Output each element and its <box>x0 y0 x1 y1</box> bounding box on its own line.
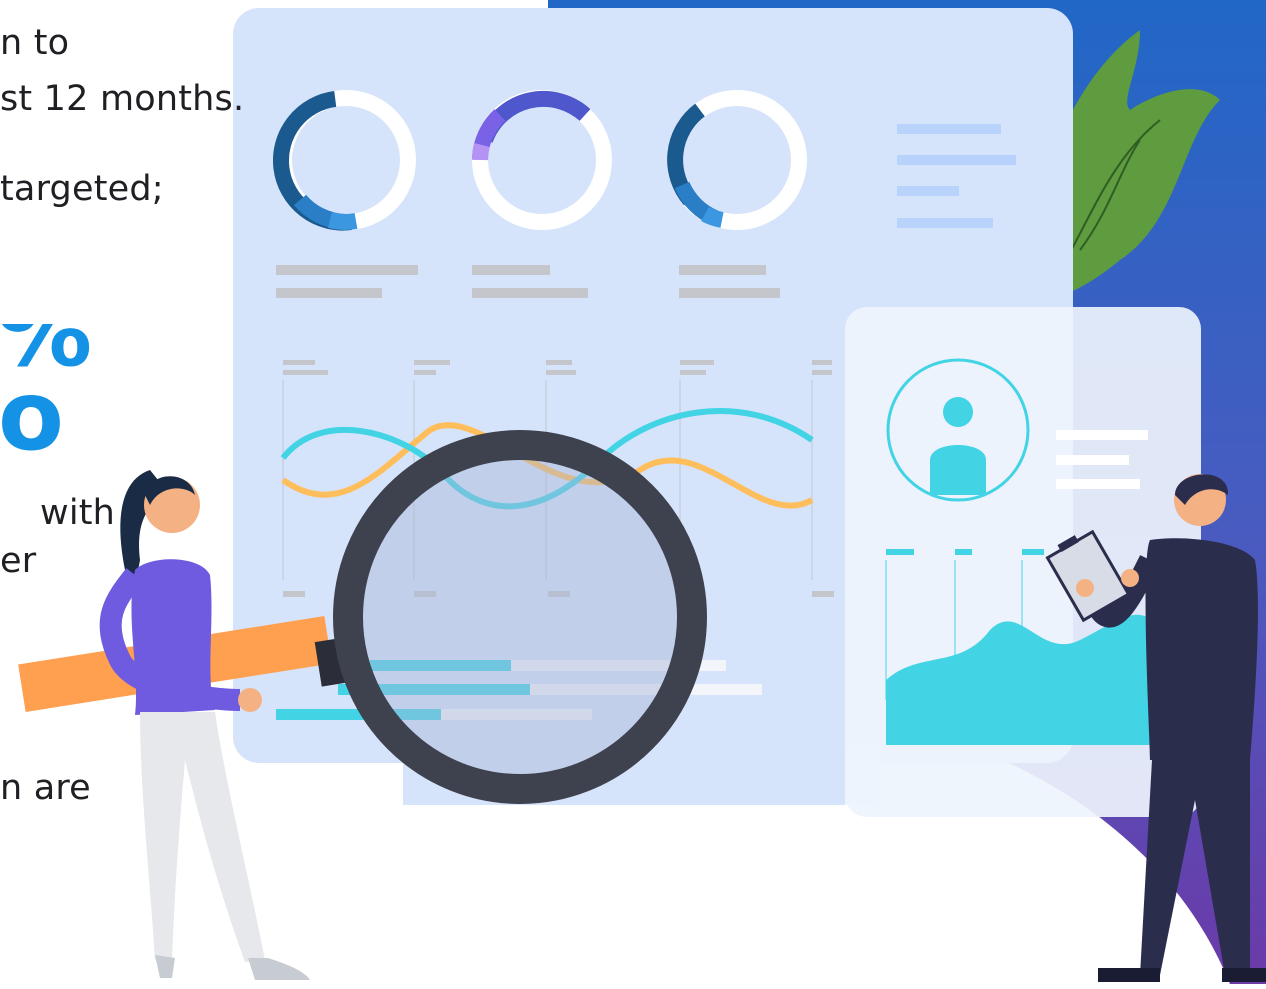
text-fragment-line1: n to <box>0 23 70 63</box>
stat-fragment-bottom: o <box>0 360 64 472</box>
illustration-stage: n to st 12 months. targeted; % o with er… <box>0 0 1266 984</box>
analytics-illustration <box>18 0 1266 984</box>
text-fragment-line3: targeted; <box>0 169 164 209</box>
text-fragment-line4: with <box>40 493 116 533</box>
text-fragment-line5: er <box>0 541 37 581</box>
text-fragment-line6: n are <box>0 768 91 808</box>
text-fragment-line2: st 12 months. <box>0 79 245 119</box>
